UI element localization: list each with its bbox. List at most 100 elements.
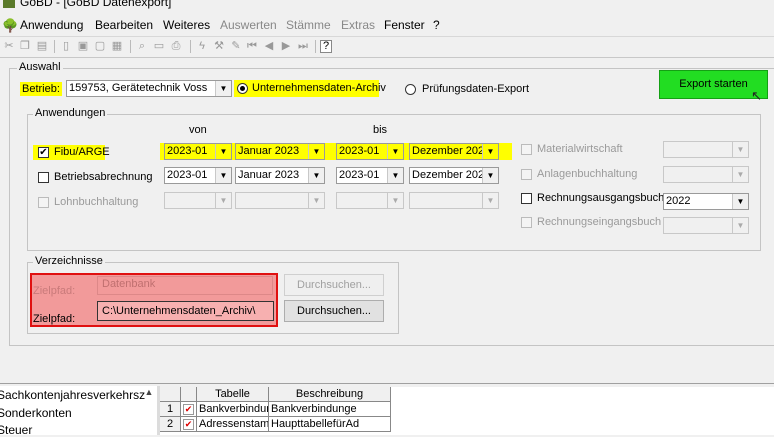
new-icon[interactable]: ▯	[60, 40, 72, 52]
last-record-icon[interactable]: ⏭	[297, 40, 309, 52]
unternehmen-radio[interactable]	[237, 83, 248, 94]
auswahl-legend: Auswahl	[17, 61, 63, 73]
chevron-down-icon[interactable]: ▼	[732, 167, 748, 182]
chevron-down-icon[interactable]: ▼	[482, 193, 498, 208]
save-icon[interactable]: ▣	[77, 40, 89, 52]
betriebsabrechnung-bis-period-combo[interactable]: 2023-01 ▼	[336, 167, 404, 184]
betriebsabrechnung-bis-month-combo[interactable]: Dezember 2023 ▼	[409, 167, 499, 184]
chevron-down-icon[interactable]: ▼	[482, 144, 498, 159]
fibu-bis-month-combo[interactable]: Dezember 2023 ▼	[409, 143, 499, 160]
scroll-up-icon[interactable]: ▲	[143, 387, 155, 399]
check-icon[interactable]: ✔	[183, 419, 194, 430]
chevron-down-icon[interactable]: ▼	[732, 218, 748, 233]
fibu-bis-month-value: Dezember 2023	[412, 145, 491, 157]
lohnbuchhaltung-von-period-combo[interactable]: ▼	[164, 192, 232, 209]
rechnungsausgangsbuch-label: Rechnungsausgangsbuch	[537, 192, 665, 204]
menu-help[interactable]: ?	[433, 18, 440, 32]
grid-cell-tabelle[interactable]: Bankverbindunge	[197, 402, 269, 417]
preview-icon[interactable]: ▭	[153, 40, 165, 52]
chevron-down-icon[interactable]: ▼	[308, 168, 324, 183]
grid-row-check[interactable]: ✔	[181, 402, 197, 417]
window-icon[interactable]: ▦	[111, 40, 123, 52]
search-icon[interactable]: ⌕	[136, 40, 148, 52]
tree-view[interactable]: Sachkontenjahresverkehrsz Sonderkonten S…	[0, 386, 157, 437]
chevron-down-icon[interactable]: ▼	[215, 144, 231, 159]
anlagenbuchhaltung-combo[interactable]: ▼	[663, 166, 749, 183]
rechnungseingangsbuch-checkbox[interactable]	[521, 217, 532, 228]
tree-item-sachkonten[interactable]: Sachkontenjahresverkehrsz	[0, 388, 145, 402]
chevron-down-icon[interactable]: ▼	[387, 193, 403, 208]
chevron-down-icon[interactable]: ▼	[308, 144, 324, 159]
fibu-von-period-combo[interactable]: 2023-01 ▼	[164, 143, 232, 160]
first-record-icon[interactable]: ⏮	[246, 40, 258, 52]
grid-cell-beschreibung[interactable]: Bankverbindunge	[269, 402, 391, 417]
chevron-down-icon[interactable]: ▼	[732, 194, 748, 209]
rechnungseingangsbuch-combo[interactable]: ▼	[663, 217, 749, 234]
grid-row-check[interactable]: ✔	[181, 417, 197, 432]
rechnungsausgangsbuch-checkbox[interactable]	[521, 193, 532, 204]
browse-archiv-button[interactable]: Durchsuchen...	[284, 300, 384, 322]
menu-weiteres[interactable]: Weiteres	[163, 18, 210, 32]
zielpfad-datenbank-field[interactable]: Datenbank	[97, 276, 273, 295]
lohnbuchhaltung-bis-period-combo[interactable]: ▼	[336, 192, 404, 209]
grid-check-header	[181, 387, 197, 402]
pruefung-radio[interactable]	[405, 84, 416, 95]
menu-anwendung[interactable]: Anwendung	[20, 18, 83, 32]
von-heading: von	[189, 124, 207, 136]
materialwirtschaft-checkbox[interactable]	[521, 144, 532, 155]
pruefung-label: Prüfungsdaten-Export	[422, 83, 530, 95]
lightning-icon[interactable]: ϟ	[196, 40, 208, 52]
menu-staemme[interactable]: Stämme	[286, 18, 331, 32]
chevron-down-icon[interactable]: ▼	[482, 168, 498, 183]
betriebsabrechnung-von-month-combo[interactable]: Januar 2023 ▼	[235, 167, 325, 184]
fibu-bis-period-combo[interactable]: 2023-01 ▼	[336, 143, 404, 160]
properties-icon[interactable]: ▢	[94, 40, 106, 52]
chevron-down-icon[interactable]: ▼	[732, 142, 748, 157]
print-icon[interactable]: ⎙	[170, 40, 182, 52]
grid-cell-beschreibung[interactable]: HaupttabellefürAd	[269, 417, 391, 432]
lohnbuchhaltung-checkbox[interactable]	[38, 197, 49, 208]
grid-corner	[160, 387, 181, 402]
chevron-down-icon[interactable]: ▼	[308, 193, 324, 208]
help-icon[interactable]: ?	[320, 40, 332, 53]
zielpfad-archiv-field[interactable]: C:\Unternehmensdaten_Archiv\	[97, 301, 274, 321]
menu-extras[interactable]: Extras	[341, 18, 375, 32]
grid-header-beschreibung[interactable]: Beschreibung	[269, 387, 391, 402]
lohnbuchhaltung-von-month-combo[interactable]: ▼	[235, 192, 325, 209]
unternehmen-radio-option[interactable]: Unternehmensdaten-Archiv	[234, 80, 386, 97]
chevron-down-icon[interactable]: ▼	[215, 81, 231, 96]
edit-icon[interactable]: ✎	[230, 40, 242, 52]
cut-icon[interactable]: ✂	[3, 40, 15, 52]
menu-fenster[interactable]: Fenster	[384, 18, 425, 32]
materialwirtschaft-combo[interactable]: ▼	[663, 141, 749, 158]
wrench-icon[interactable]: ⚒	[213, 40, 225, 52]
copy-icon[interactable]: ❐	[19, 40, 31, 52]
grid-cell-tabelle[interactable]: Adressenstamm	[197, 417, 269, 432]
paste-icon[interactable]: ▤	[36, 40, 48, 52]
tree-item-sonderkonten[interactable]: Sonderkonten	[0, 406, 72, 420]
rechnungsausgangsbuch-combo[interactable]: 2022 ▼	[663, 193, 749, 210]
menu-bearbeiten[interactable]: Bearbeiten	[95, 18, 153, 32]
grid-row-number: 1	[160, 402, 181, 417]
chevron-down-icon[interactable]: ▼	[215, 193, 231, 208]
toolbar-separator	[315, 40, 316, 53]
browse-datenbank-button[interactable]: Durchsuchen...	[284, 274, 384, 296]
chevron-down-icon[interactable]: ▼	[387, 168, 403, 183]
rechnungsausgangsbuch-value: 2022	[666, 195, 691, 207]
lohnbuchhaltung-bis-month-combo[interactable]: ▼	[409, 192, 499, 209]
betriebsabrechnung-von-period-combo[interactable]: 2023-01 ▼	[164, 167, 232, 184]
chevron-down-icon[interactable]: ▼	[387, 144, 403, 159]
anlagenbuchhaltung-checkbox[interactable]	[521, 169, 532, 180]
fibu-von-month-combo[interactable]: Januar 2023 ▼	[235, 143, 325, 160]
verzeichnisse-legend: Verzeichnisse	[33, 255, 105, 267]
fibu-checkbox[interactable]: ✔	[38, 147, 49, 158]
check-icon[interactable]: ✔	[183, 404, 194, 415]
menu-auswerten[interactable]: Auswerten	[220, 18, 277, 32]
next-record-icon[interactable]: ▶	[280, 40, 292, 52]
chevron-down-icon[interactable]: ▼	[215, 168, 231, 183]
app-icon	[3, 0, 15, 8]
prev-record-icon[interactable]: ◀	[263, 40, 275, 52]
grid-header-tabelle[interactable]: Tabelle	[197, 387, 269, 402]
betrieb-combo[interactable]: 159753, Gerätetechnik Voss ▼	[66, 80, 232, 97]
betriebsabrechnung-checkbox[interactable]	[38, 172, 49, 183]
